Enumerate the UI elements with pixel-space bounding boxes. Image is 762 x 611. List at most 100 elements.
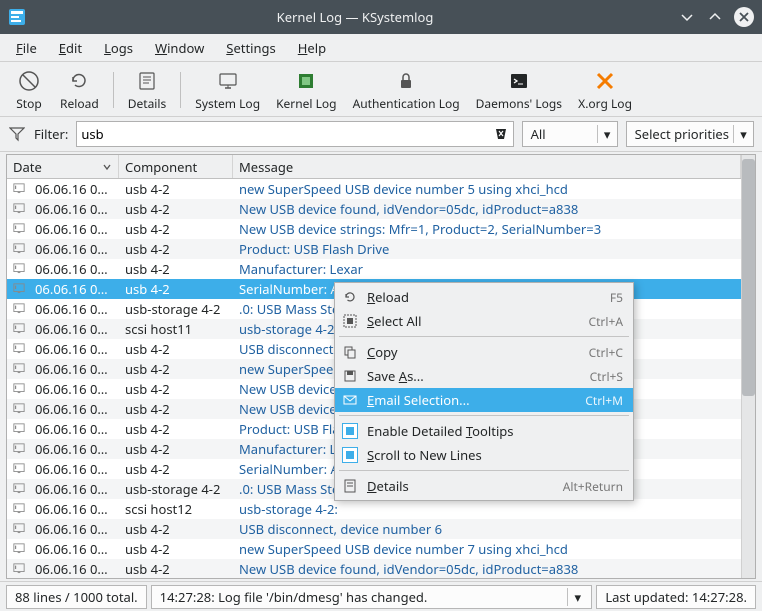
window-title: Kernel Log — KSystemlog — [32, 8, 678, 26]
ctx-save-as[interactable]: Save As... Ctrl+S — [335, 364, 633, 388]
close-button[interactable] — [734, 7, 754, 27]
info-bubble-icon — [7, 202, 29, 216]
cell-date: 06.06.16 03:56 — [29, 180, 119, 198]
reload-button[interactable]: Reload — [52, 68, 107, 114]
maximize-button[interactable] — [706, 8, 724, 26]
table-row[interactable]: 06.06.16 03:56usb 4-2New USB device stri… — [7, 219, 741, 239]
details-button[interactable]: Details — [120, 68, 175, 114]
kernel-icon — [295, 70, 317, 92]
cell-component: scsi host11 — [119, 320, 233, 338]
info-bubble-icon — [7, 542, 29, 556]
cell-component: usb-storage 4-2 — [119, 480, 233, 498]
info-bubble-icon — [7, 442, 29, 456]
table-row[interactable]: 06.06.16 03:58scsi host12usb-storage 4-2… — [7, 499, 741, 519]
status-message-combo[interactable]: 14:27:28: Log file '/bin/dmesg' has chan… — [151, 585, 593, 609]
clear-filter-button[interactable] — [491, 125, 509, 143]
cell-component: usb 4-2 — [119, 220, 233, 238]
menu-settings[interactable]: Settings — [216, 35, 285, 61]
ctx-separator — [339, 336, 629, 337]
cell-date: 06.06.16 03:56 — [29, 200, 119, 218]
cell-message: New USB device found, idVendor=05dc, idP… — [233, 560, 741, 578]
auth-log-label: Authentication Log — [353, 95, 460, 112]
lock-icon — [395, 70, 417, 92]
stop-button[interactable]: Stop — [6, 68, 52, 114]
auth-log-button[interactable]: Authentication Log — [345, 68, 468, 114]
cell-message: Manufacturer: Lexar — [233, 260, 741, 278]
info-bubble-icon — [7, 302, 29, 316]
ctx-save-as-shortcut: Ctrl+S — [590, 368, 623, 385]
app-icon — [8, 8, 26, 26]
table-row[interactable]: 06.06.16 03:56usb 4-2Manufacturer: Lexar — [7, 259, 741, 279]
table-row[interactable]: 06.06.16 03:59usb 4-2USB disconnect, dev… — [7, 519, 741, 539]
cell-date: 06.06.16 03:59 — [29, 560, 119, 578]
reload-icon — [341, 288, 359, 306]
terminal-icon — [508, 70, 530, 92]
xorg-log-button[interactable]: X.org Log — [570, 68, 640, 114]
info-bubble-icon — [7, 282, 29, 296]
cell-message: New USB device strings: Mfr=1, Product=2… — [233, 220, 741, 238]
filter-input[interactable] — [81, 125, 490, 143]
stop-label: Stop — [16, 95, 42, 112]
chevron-down-icon: ▾ — [597, 125, 613, 143]
info-bubble-icon — [7, 182, 29, 196]
ctx-details[interactable]: Details Alt+Return — [335, 474, 633, 498]
system-log-button[interactable]: System Log — [187, 68, 268, 114]
daemons-log-button[interactable]: Daemons' Logs — [468, 68, 570, 114]
table-row[interactable]: 06.06.16 03:56usb 4-2New USB device foun… — [7, 199, 741, 219]
table-row[interactable]: 06.06.16 03:56usb 4-2new SuperSpeed USB … — [7, 179, 741, 199]
cell-component: usb 4-2 — [119, 240, 233, 258]
table-row[interactable]: 06.06.16 03:59usb 4-2New USB device foun… — [7, 559, 741, 578]
menu-edit[interactable]: Edit — [49, 35, 92, 61]
kernel-log-button[interactable]: Kernel Log — [268, 68, 344, 114]
cell-message: Product: USB Flash Drive — [233, 240, 741, 258]
ctx-reload[interactable]: Reload F5 — [335, 285, 633, 309]
info-bubble-icon — [7, 222, 29, 236]
chevron-down-icon: ▾ — [733, 125, 749, 143]
ctx-copy[interactable]: Copy Ctrl+C — [335, 340, 633, 364]
cell-component: usb 4-2 — [119, 460, 233, 478]
ctx-enable-tooltips[interactable]: Enable Detailed Tooltips — [335, 419, 633, 443]
table-row[interactable]: 06.06.16 03:59usb 4-2new SuperSpeed USB … — [7, 539, 741, 559]
ctx-details-label: Details — [367, 477, 555, 495]
col-component[interactable]: Component — [119, 155, 233, 178]
monitor-icon — [217, 70, 239, 92]
priorities-combo[interactable]: Select priorities ▾ — [626, 121, 754, 147]
cell-message: new SuperSpeed USB device number 7 using… — [233, 540, 741, 558]
stop-icon — [18, 70, 40, 92]
filter-column-combo[interactable]: All ▾ — [522, 121, 618, 147]
reload-label: Reload — [60, 95, 99, 112]
ctx-tooltips-label: Enable Detailed Tooltips — [367, 422, 623, 440]
status-message-text: 14:27:28: Log file '/bin/dmesg' has chan… — [160, 588, 428, 606]
select-all-icon — [341, 312, 359, 330]
ctx-select-all[interactable]: Select All Ctrl+A — [335, 309, 633, 333]
sort-desc-icon — [102, 162, 112, 172]
cell-component: usb 4-2 — [119, 340, 233, 358]
ctx-scroll-new[interactable]: Scroll to New Lines — [335, 443, 633, 467]
cell-component: usb 4-2 — [119, 380, 233, 398]
minimize-button[interactable] — [678, 8, 696, 26]
info-bubble-icon — [7, 322, 29, 336]
daemons-log-label: Daemons' Logs — [476, 95, 562, 112]
col-date[interactable]: Date — [7, 155, 119, 178]
cell-message: new SuperSpeed USB device number 5 using… — [233, 180, 741, 198]
ctx-email-selection[interactable]: Email Selection... Ctrl+M — [335, 388, 633, 412]
context-menu: Reload F5 Select All Ctrl+A Copy Ctrl+C … — [334, 282, 634, 501]
ctx-reload-shortcut: F5 — [610, 289, 623, 306]
cell-message: usb-storage 4-2: — [233, 500, 741, 518]
filter-input-wrap — [76, 121, 513, 147]
vertical-scrollbar[interactable] — [741, 155, 755, 578]
menu-file[interactable]: File — [6, 35, 47, 61]
scrollbar-thumb[interactable] — [742, 159, 755, 396]
col-message[interactable]: Message — [233, 155, 741, 178]
info-bubble-icon — [7, 242, 29, 256]
info-bubble-icon — [7, 462, 29, 476]
info-bubble-icon — [7, 342, 29, 356]
funnel-icon — [8, 125, 26, 143]
menu-window[interactable]: Window — [145, 35, 214, 61]
menu-help[interactable]: Help — [288, 35, 336, 61]
table-row[interactable]: 06.06.16 03:56usb 4-2Product: USB Flash … — [7, 239, 741, 259]
ctx-separator — [339, 415, 629, 416]
mail-icon — [341, 391, 359, 409]
system-log-label: System Log — [195, 95, 260, 112]
menu-logs[interactable]: Logs — [94, 35, 143, 61]
